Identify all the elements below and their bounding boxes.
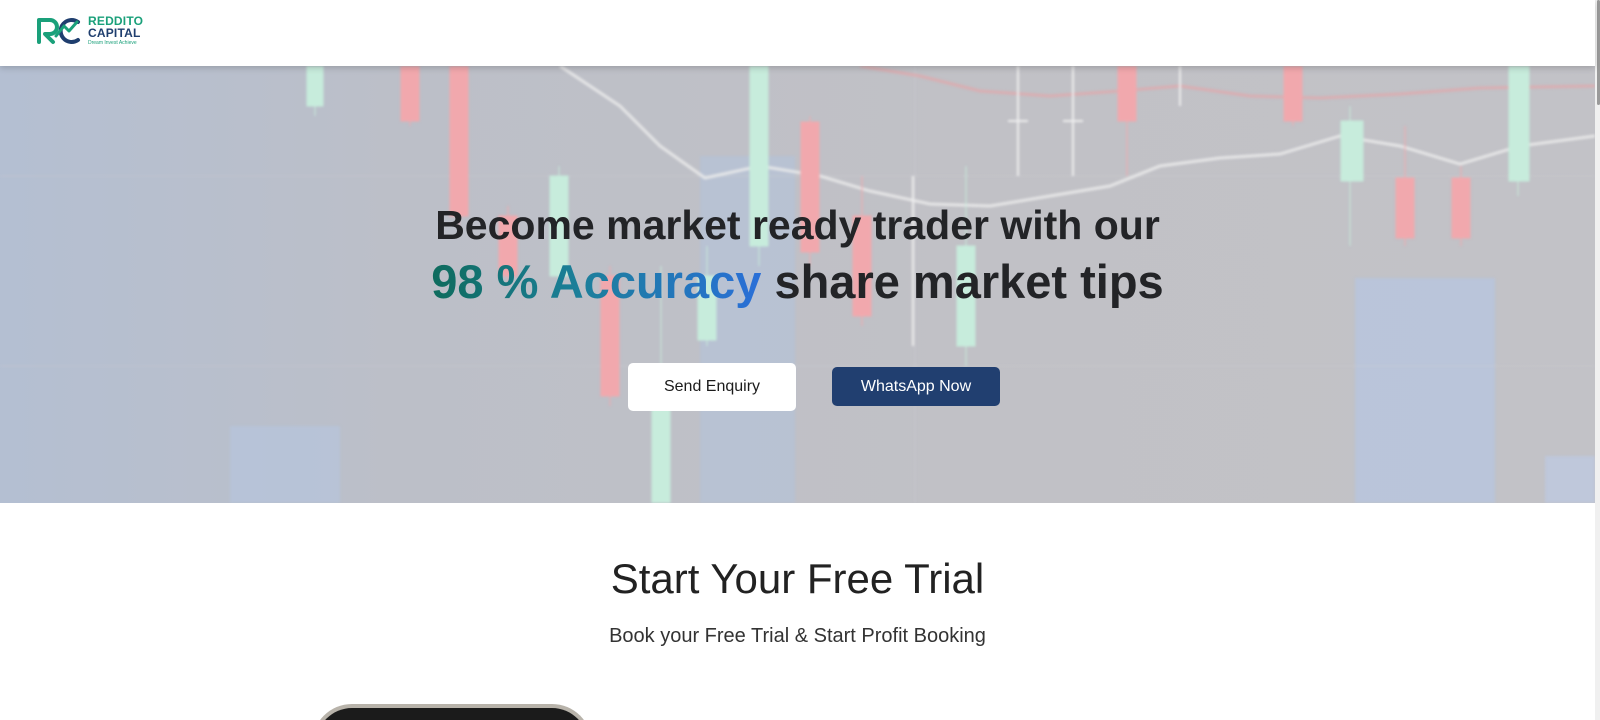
- free-trial-title: Start Your Free Trial: [610, 555, 985, 602]
- send-enquiry-button[interactable]: Send Enquiry: [628, 363, 796, 411]
- site-header: REDDITO CAPITAL Dream Invest Achieve: [0, 0, 1595, 66]
- phone-mockup-image: [312, 704, 592, 720]
- hero-heading-line2-rest: share market tips: [774, 255, 1164, 308]
- free-trial-subtitle: Book your Free Trial & Start Profit Book…: [609, 625, 986, 647]
- logo-text-line2: CAPITAL: [88, 25, 141, 40]
- brand-logo[interactable]: REDDITO CAPITAL Dream Invest Achieve: [36, 14, 143, 46]
- hero-heading-line1: Become market ready trader with our: [435, 202, 1160, 248]
- hero-heading-line2: 98 % Accuracy share market tips: [0, 254, 1595, 309]
- logo-tagline: Dream Invest Achieve: [88, 39, 137, 46]
- accuracy-highlight: 98 % Accuracy: [431, 255, 762, 308]
- rc-monogram-icon: [37, 18, 80, 44]
- whatsapp-now-button[interactable]: WhatsApp Now: [832, 367, 1000, 406]
- logo-text-line1: REDDITO: [88, 13, 144, 28]
- hero-banner: Become market ready trader with our 98 %…: [0, 66, 1595, 503]
- page-scrollbar[interactable]: [1595, 0, 1600, 720]
